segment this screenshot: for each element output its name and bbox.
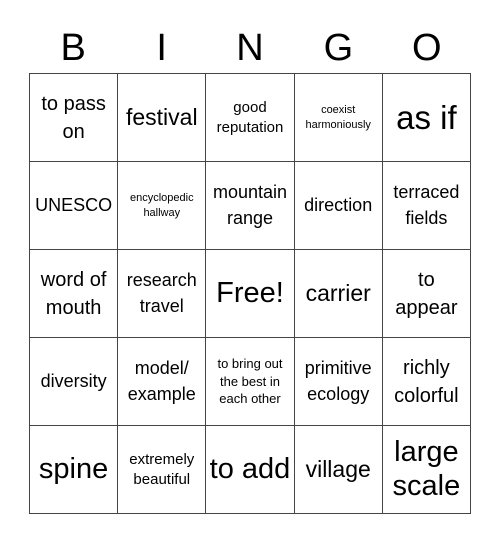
- bingo-cell[interactable]: to add: [206, 426, 295, 514]
- bingo-cell[interactable]: word of mouth: [30, 250, 119, 338]
- bingo-cell[interactable]: diversity: [30, 338, 119, 426]
- bingo-cell-label: richly colorful: [394, 356, 459, 407]
- bingo-grid: to pass on festival good reputation coexist…: [29, 73, 471, 514]
- bingo-cell-label: Free!: [216, 276, 284, 309]
- bingo-cell[interactable]: to bring out the best in each other: [206, 338, 295, 426]
- bingo-cell-label: diversity: [40, 370, 107, 391]
- bingo-cell-label: coexist harmoniously: [305, 104, 371, 131]
- bingo-cell[interactable]: direction: [294, 162, 383, 250]
- bingo-cell-label: to bring out the best in each other: [217, 356, 283, 407]
- bingo-cell[interactable]: extremely beautiful: [118, 426, 207, 514]
- bingo-cell-label: direction: [304, 194, 373, 215]
- bingo-cell-label: mountain range: [212, 182, 288, 228]
- bingo-cell-label: village: [305, 455, 371, 482]
- bingo-cell[interactable]: spine: [30, 426, 119, 514]
- bingo-cell[interactable]: coexist harmoniously: [294, 74, 383, 162]
- bingo-cell-label: large scale: [392, 436, 461, 502]
- header-letter-i: I: [156, 27, 167, 69]
- header-letter-b: B: [60, 27, 86, 69]
- bingo-cell-label: as if: [396, 98, 457, 136]
- bingo-cell[interactable]: large scale: [382, 426, 471, 514]
- bingo-cell[interactable]: to pass on: [30, 74, 119, 162]
- bingo-cell-label: to add: [209, 452, 291, 485]
- bingo-cell[interactable]: model/ example: [118, 338, 207, 426]
- bingo-cell-label: research travel: [126, 270, 197, 316]
- bingo-cell-label: word of mouth: [40, 268, 107, 319]
- bingo-cell-label: festival: [125, 103, 198, 130]
- bingo-cell[interactable]: good reputation: [206, 74, 295, 162]
- bingo-cell[interactable]: research travel: [118, 250, 207, 338]
- bingo-cell[interactable]: terraced fields: [382, 162, 471, 250]
- bingo-header: B I N G O: [29, 26, 471, 70]
- header-letter-g: G: [323, 27, 354, 69]
- bingo-cell[interactable]: village: [294, 426, 383, 514]
- bingo-cell-label: to pass on: [41, 92, 106, 143]
- bingo-cell[interactable]: encyclopedic hallway: [118, 162, 207, 250]
- bingo-cell[interactable]: as if: [382, 74, 471, 162]
- bingo-cell[interactable]: richly colorful: [382, 338, 471, 426]
- header-letter-o: O: [412, 27, 442, 69]
- bingo-cell[interactable]: to appear: [382, 250, 471, 338]
- bingo-cell[interactable]: mountain range: [206, 162, 295, 250]
- bingo-cell-label: to appear: [395, 268, 458, 319]
- free-space-cell[interactable]: Free!: [206, 250, 295, 338]
- bingo-cell[interactable]: primitive ecology: [294, 338, 383, 426]
- bingo-cell-label: UNESCO: [35, 194, 113, 215]
- bingo-cell[interactable]: carrier: [294, 250, 383, 338]
- bingo-cell-label: spine: [38, 452, 109, 485]
- header-letter-n: N: [236, 27, 264, 69]
- bingo-cell-label: terraced fields: [393, 182, 460, 228]
- bingo-cell-label: extremely beautiful: [129, 451, 195, 488]
- bingo-cell-label: good reputation: [216, 99, 284, 136]
- bingo-cell[interactable]: UNESCO: [30, 162, 119, 250]
- bingo-cell[interactable]: festival: [118, 74, 207, 162]
- bingo-cell-label: primitive ecology: [304, 358, 372, 404]
- bingo-cell-label: model/ example: [127, 358, 196, 404]
- bingo-cell-label: carrier: [305, 279, 371, 306]
- bingo-cell-label: encyclopedic hallway: [129, 192, 194, 219]
